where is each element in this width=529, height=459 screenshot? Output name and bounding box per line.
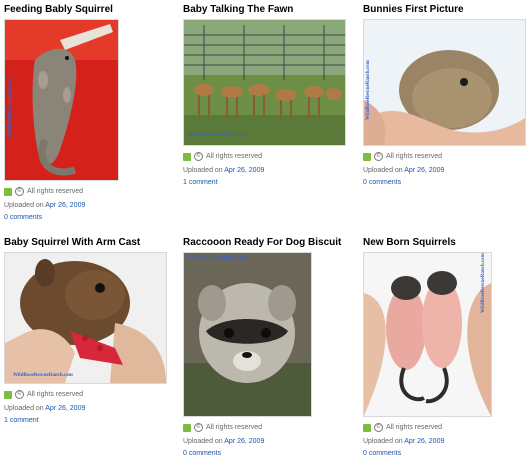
comments-link[interactable]: 0 comments [183, 448, 353, 459]
upload-date-link[interactable]: Apr 26, 2009 [404, 438, 444, 445]
upload-date-link[interactable]: Apr 26, 2009 [45, 202, 85, 209]
rights-text[interactable]: All rights reserved [27, 186, 83, 197]
upload-info: Uploaded on Apr 26, 2009 [4, 200, 174, 211]
photo-thumbnail[interactable]: WildRoseRescueRanch.com [363, 19, 526, 146]
copyright-icon: © [194, 152, 203, 161]
comments-link[interactable]: 0 comments [363, 177, 529, 188]
copyright-icon: © [15, 187, 24, 196]
comments-link[interactable]: 1 comment [4, 415, 174, 426]
comments-link[interactable]: 1 comment [183, 177, 353, 188]
upload-date-link[interactable]: Apr 26, 2009 [404, 167, 444, 174]
uploaded-label: Uploaded on [4, 202, 44, 209]
cc-license-icon[interactable] [4, 390, 12, 399]
uploaded-label: Uploaded on [363, 167, 403, 174]
upload-info: Uploaded on Apr 26, 2009 [183, 436, 353, 447]
watermark: WildRoseRescueRanch.com [8, 78, 13, 138]
photo-card: Raccooon Ready For Dog Biscuit WildRoseR… [183, 237, 353, 459]
upload-date-link[interactable]: Apr 26, 2009 [45, 405, 85, 412]
photo-card: Baby Talking The Fawn WildRoseRescueRanc… [183, 4, 353, 188]
copyright-icon: © [374, 152, 383, 161]
rights-text[interactable]: All rights reserved [386, 151, 442, 162]
photo-card: Feeding Bably Squirrel WildRoseRescueRan… [4, 4, 174, 223]
photo-title[interactable]: Raccooon Ready For Dog Biscuit [183, 237, 353, 250]
cc-license-icon[interactable] [4, 187, 12, 196]
cc-license-icon[interactable] [183, 423, 191, 432]
license-row: © All rights reserved [4, 186, 174, 197]
upload-info: Uploaded on Apr 26, 2009 [4, 403, 174, 414]
rights-text[interactable]: All rights reserved [27, 389, 83, 400]
photo-card: Bunnies First Picture WildRoseRescueRanc… [363, 4, 529, 188]
license-row: © All rights reserved [183, 422, 353, 433]
rights-text[interactable]: All rights reserved [206, 151, 262, 162]
license-row: © All rights reserved [183, 151, 353, 162]
copyright-icon: © [15, 390, 24, 399]
watermark: WildRoseRescueRanch.com [13, 373, 73, 378]
photo-title[interactable]: New Born Squirrels [363, 237, 529, 250]
photo-thumbnail[interactable]: WildRoseRescueRanch.com [4, 252, 167, 384]
cc-license-icon[interactable] [363, 423, 371, 432]
photo-title[interactable]: Feeding Bably Squirrel [4, 4, 174, 17]
photo-thumbnail[interactable]: WildRoseRescueRanch.com [183, 252, 312, 417]
photo-thumbnail[interactable]: WildRoseRescueRanch.com [4, 19, 119, 181]
photo-thumbnail[interactable]: WildRoseRescueRanch.com [363, 252, 492, 417]
watermark: WildRoseRescueRanch.com [188, 256, 248, 261]
watermark: WildRoseRescueRanch.com [188, 133, 248, 138]
upload-date-link[interactable]: Apr 26, 2009 [224, 167, 264, 174]
rights-text[interactable]: All rights reserved [206, 422, 262, 433]
photo-card: Baby Squirrel With Arm Cast WildRoseResc… [4, 237, 174, 426]
license-row: © All rights reserved [363, 151, 529, 162]
upload-info: Uploaded on Apr 26, 2009 [183, 165, 353, 176]
copyright-icon: © [374, 423, 383, 432]
upload-info: Uploaded on Apr 26, 2009 [363, 436, 529, 447]
uploaded-label: Uploaded on [363, 438, 403, 445]
license-row: © All rights reserved [363, 422, 529, 433]
watermark: WildRoseRescueRanch.com [481, 253, 486, 313]
photo-thumbnail[interactable]: WildRoseRescueRanch.com [183, 19, 346, 146]
upload-date-link[interactable]: Apr 26, 2009 [224, 438, 264, 445]
copyright-icon: © [194, 423, 203, 432]
comments-link[interactable]: 0 comments [363, 448, 529, 459]
uploaded-label: Uploaded on [4, 405, 44, 412]
photo-title[interactable]: Baby Talking The Fawn [183, 4, 353, 17]
photo-card: New Born Squirrels WildRoseRescueRanch.c… [363, 237, 529, 459]
license-row: © All rights reserved [4, 389, 174, 400]
cc-license-icon[interactable] [183, 152, 191, 161]
upload-info: Uploaded on Apr 26, 2009 [363, 165, 529, 176]
photo-title[interactable]: Bunnies First Picture [363, 4, 529, 17]
comments-link[interactable]: 0 comments [4, 212, 174, 223]
uploaded-label: Uploaded on [183, 167, 223, 174]
photo-title[interactable]: Baby Squirrel With Arm Cast [4, 237, 174, 250]
uploaded-label: Uploaded on [183, 438, 223, 445]
cc-license-icon[interactable] [363, 152, 371, 161]
rights-text[interactable]: All rights reserved [386, 422, 442, 433]
watermark: WildRoseRescueRanch.com [366, 60, 371, 120]
